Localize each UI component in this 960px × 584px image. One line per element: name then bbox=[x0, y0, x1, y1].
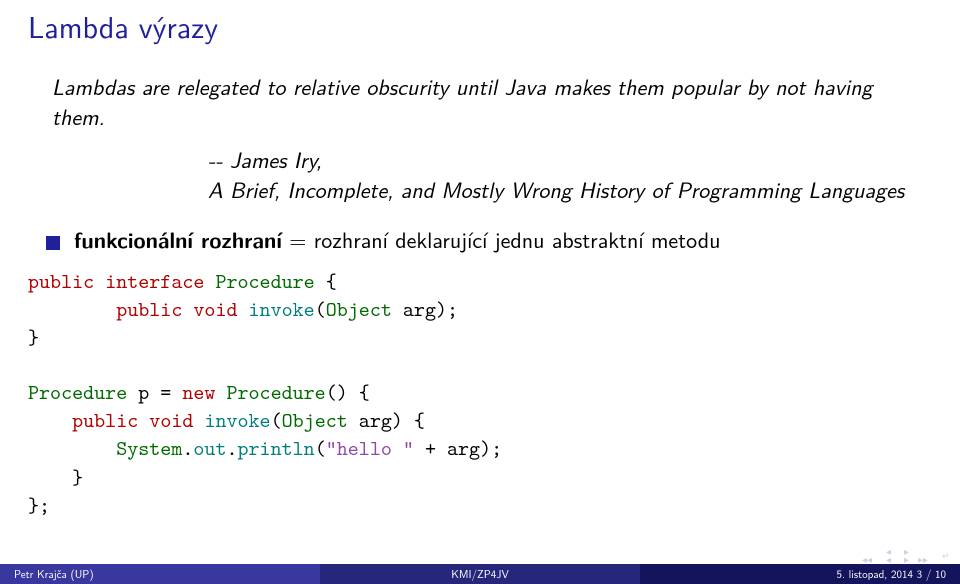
bullet-rest: = rozhraní deklarující jednu abstraktní … bbox=[282, 223, 721, 255]
indent bbox=[28, 434, 116, 462]
quote-source: A Brief, Incomplete, and Mostly Wrong Hi… bbox=[208, 173, 904, 205]
ctor: Procedure bbox=[226, 378, 325, 406]
type-procedure: Procedure bbox=[28, 378, 127, 406]
type-procedure: Procedure bbox=[215, 267, 314, 295]
brace: { bbox=[315, 267, 337, 295]
sp bbox=[215, 378, 226, 406]
arg: arg) { bbox=[348, 406, 425, 434]
out: out bbox=[193, 434, 226, 462]
quote-attribution: -- James Iry, A Brief, Incomplete, and M… bbox=[208, 145, 932, 204]
slide-title: Lambda výrazy bbox=[28, 4, 932, 48]
nav-return-icon[interactable]: ↵ bbox=[942, 549, 950, 562]
type-system: System bbox=[116, 434, 182, 462]
kw-interface: interface bbox=[105, 267, 204, 295]
bullet-item: funkcionální rozhraní = rozhraní deklaru… bbox=[46, 223, 932, 255]
kw-public: public bbox=[116, 295, 182, 323]
paren: ( bbox=[271, 406, 282, 434]
bullet-text: funkcionální rozhraní = rozhraní deklaru… bbox=[74, 223, 720, 255]
kw-public: public bbox=[28, 267, 94, 295]
kw-public: public bbox=[72, 406, 138, 434]
footer-author: Petr Krajča (UP) bbox=[0, 564, 320, 584]
arg: arg); bbox=[392, 295, 458, 323]
kw-new: new bbox=[182, 378, 215, 406]
kw-void: void bbox=[193, 295, 237, 323]
kw-void: void bbox=[149, 406, 193, 434]
brace: } bbox=[28, 323, 39, 351]
paren: ( bbox=[315, 434, 326, 462]
string-lit: "hello " bbox=[326, 434, 414, 462]
quote-author: -- James Iry, bbox=[208, 143, 322, 175]
footer: Petr Krajča (UP) KMI/ZP4JV 5. listopad, … bbox=[0, 564, 960, 584]
code-block-1: public interface Procedure { public void… bbox=[28, 267, 932, 352]
nav-icons: ◂ ▸ ◂◂ ◂ ▸ ▸▸ ↵ bbox=[850, 546, 960, 564]
dot: . bbox=[226, 434, 237, 462]
footer-course: KMI/ZP4JV bbox=[320, 564, 640, 584]
bullet-bold: funkcionální rozhraní bbox=[74, 223, 282, 255]
method-invoke: invoke bbox=[204, 406, 270, 434]
type-object: Object bbox=[282, 406, 348, 434]
footer-page: 5. listopad, 2014 3 / 10 bbox=[640, 564, 960, 584]
concat: + arg); bbox=[414, 434, 502, 462]
brace: }; bbox=[28, 491, 50, 519]
type-object: Object bbox=[326, 295, 392, 323]
method-invoke: invoke bbox=[249, 295, 315, 323]
var-decl: p = bbox=[127, 378, 182, 406]
dot: . bbox=[182, 434, 193, 462]
quote-body: Lambdas are relegated to relative obscur… bbox=[52, 72, 932, 131]
bullet-icon bbox=[46, 236, 60, 250]
code-block-2: Procedure p = new Procedure() { public v… bbox=[28, 378, 932, 520]
paren: () { bbox=[326, 378, 370, 406]
println: println bbox=[238, 434, 315, 462]
paren: ( bbox=[315, 295, 326, 323]
brace: } bbox=[28, 463, 83, 491]
indent bbox=[28, 295, 116, 323]
indent bbox=[28, 406, 72, 434]
